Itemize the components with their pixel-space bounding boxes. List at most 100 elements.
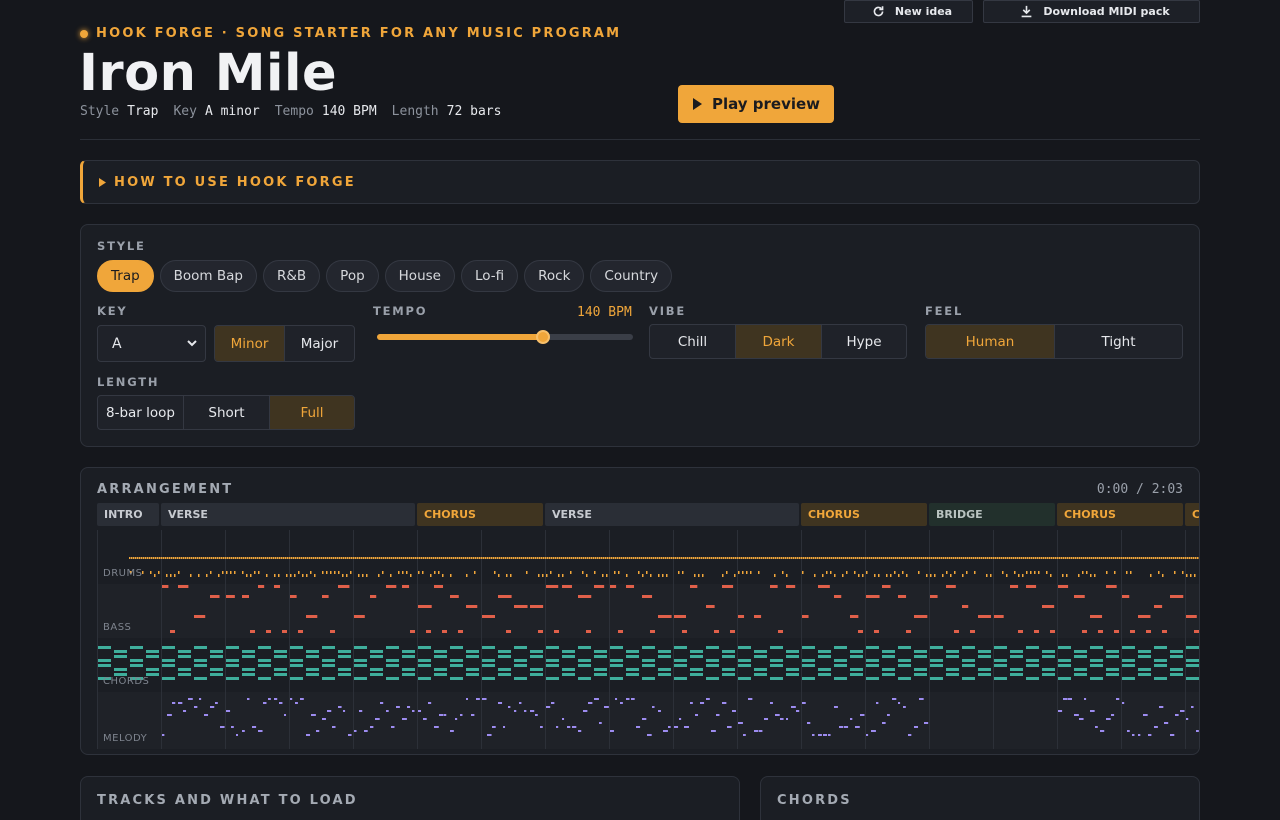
note xyxy=(434,673,447,676)
note xyxy=(1090,710,1095,712)
play-preview-button[interactable]: Play preview xyxy=(678,85,834,123)
note xyxy=(709,557,711,559)
length-8-bar-loop[interactable]: 8-bar loop xyxy=(98,396,184,429)
section-chorus[interactable]: CHORUS xyxy=(1185,503,1199,526)
style-pill-lofi[interactable]: Lo-fi xyxy=(460,260,519,292)
note xyxy=(939,557,941,559)
section-verse[interactable]: VERSE xyxy=(545,503,799,526)
note xyxy=(898,664,911,667)
mode-toggle: Minor Major xyxy=(214,325,355,362)
note xyxy=(802,702,806,704)
style-pill-rock[interactable]: Rock xyxy=(524,260,585,292)
mode-minor[interactable]: Minor xyxy=(215,326,285,361)
note xyxy=(1022,574,1024,577)
key-select[interactable]: A xyxy=(97,325,206,362)
note xyxy=(338,650,351,653)
note xyxy=(882,668,895,671)
tempo-slider[interactable] xyxy=(377,330,633,344)
vibe-hype[interactable]: Hype xyxy=(822,325,906,358)
tempo-slider-knob[interactable] xyxy=(536,330,551,344)
note xyxy=(325,557,327,559)
note xyxy=(469,557,471,559)
length-short[interactable]: Short xyxy=(184,396,270,429)
note xyxy=(1123,557,1125,559)
note xyxy=(1154,664,1167,667)
note xyxy=(434,650,447,653)
section-verse[interactable]: VERSE xyxy=(161,503,415,526)
note xyxy=(343,557,345,559)
note xyxy=(930,677,943,680)
note xyxy=(1073,557,1075,559)
note xyxy=(577,557,579,559)
note xyxy=(887,714,890,716)
note xyxy=(343,710,346,712)
note xyxy=(298,630,303,633)
note xyxy=(699,557,701,559)
note xyxy=(1050,574,1052,577)
style-pill-house[interactable]: House xyxy=(384,260,455,292)
style-pill-pop[interactable]: Pop xyxy=(326,260,379,292)
note xyxy=(594,650,607,653)
note xyxy=(1150,574,1152,577)
note xyxy=(523,557,525,559)
note xyxy=(221,557,223,559)
download-midi-button[interactable]: Download MIDI pack xyxy=(983,0,1200,23)
feel-human[interactable]: Human xyxy=(926,325,1055,358)
note xyxy=(611,557,613,559)
note xyxy=(626,585,635,588)
style-pill-rnb[interactable]: R&B xyxy=(262,260,321,292)
note xyxy=(732,710,736,712)
note xyxy=(754,668,767,671)
note xyxy=(386,585,397,588)
mode-major[interactable]: Major xyxy=(285,326,354,361)
length-full[interactable]: Full xyxy=(270,396,354,429)
piano-roll[interactable]: INTRO VERSE CHORUS VERSE CHORUS BRIDGE CHORUS C… xyxy=(97,503,1199,749)
section-chorus[interactable]: CHORUS xyxy=(1057,503,1183,526)
note xyxy=(229,557,231,559)
note xyxy=(658,668,671,671)
note xyxy=(949,557,951,559)
note xyxy=(610,659,623,662)
note xyxy=(981,557,983,559)
note xyxy=(530,710,535,712)
note xyxy=(189,557,191,559)
note xyxy=(354,730,357,732)
note xyxy=(434,655,447,658)
how-to-disclosure[interactable]: HOW TO USE HOOK FORGE xyxy=(80,160,1200,204)
note xyxy=(1084,698,1087,700)
section-chorus[interactable]: CHORUS xyxy=(417,503,543,526)
note xyxy=(725,557,727,559)
note xyxy=(934,574,936,577)
style-pill-boom-bap[interactable]: Boom Bap xyxy=(159,260,257,292)
feel-tight[interactable]: Tight xyxy=(1055,325,1182,358)
vibe-dark[interactable]: Dark xyxy=(736,325,822,358)
note xyxy=(242,571,244,574)
note xyxy=(727,557,729,559)
note xyxy=(330,630,335,633)
style-pill-country[interactable]: Country xyxy=(590,260,673,292)
section-bridge[interactable]: BRIDGE xyxy=(929,503,1055,526)
note xyxy=(754,673,767,676)
vibe-chill[interactable]: Chill xyxy=(650,325,736,358)
note xyxy=(429,557,431,559)
section-intro[interactable]: INTRO xyxy=(97,503,159,526)
note xyxy=(906,574,908,577)
note xyxy=(1098,630,1103,633)
note xyxy=(1062,574,1064,577)
note xyxy=(382,571,384,574)
section-chorus[interactable]: CHORUS xyxy=(801,503,927,526)
note xyxy=(511,557,513,559)
note xyxy=(215,702,218,704)
note xyxy=(179,557,181,559)
note xyxy=(98,646,111,649)
note xyxy=(354,659,367,662)
new-idea-button[interactable]: New idea xyxy=(844,0,973,23)
note xyxy=(690,673,703,676)
note xyxy=(146,655,159,658)
note xyxy=(367,557,369,559)
note xyxy=(194,664,207,667)
note xyxy=(137,557,139,559)
note xyxy=(258,730,263,732)
style-pill-trap[interactable]: Trap xyxy=(97,260,154,292)
note xyxy=(297,557,299,559)
